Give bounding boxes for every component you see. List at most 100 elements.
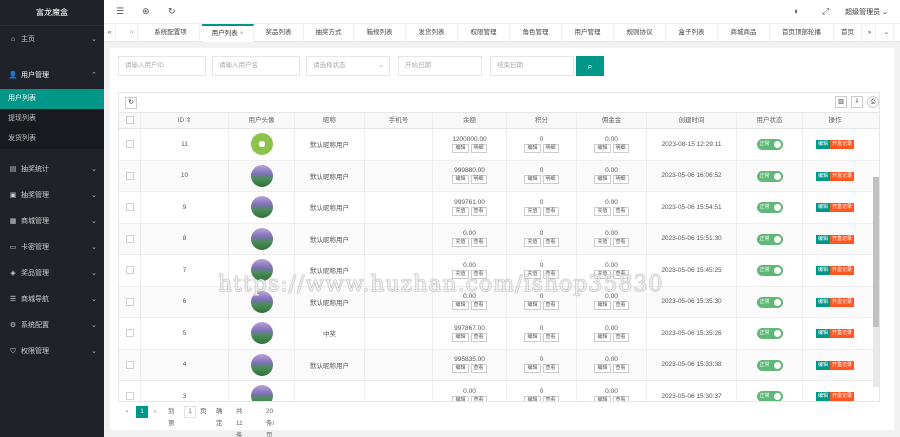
vertical-scrollbar[interactable] xyxy=(873,177,879,387)
theme-icon[interactable]: ◐ xyxy=(794,6,799,16)
box-record-button[interactable]: 开盒记录 xyxy=(830,297,855,307)
row-checkbox[interactable] xyxy=(125,297,134,306)
sidebar-subitem-user-list[interactable]: 用户列表 xyxy=(0,89,104,109)
points-btn-2[interactable]: 查看 xyxy=(542,238,559,248)
menu-toggle-icon[interactable]: ☰ xyxy=(116,6,124,17)
points-btn-1[interactable]: 编辑 xyxy=(524,395,541,401)
start-date-input[interactable]: 开始日期 xyxy=(398,56,482,76)
tab-menu-chevron-icon[interactable]: ⌄ xyxy=(880,24,894,42)
row-checkbox[interactable] xyxy=(125,329,134,337)
status-toggle[interactable]: 正常 xyxy=(756,170,783,182)
sidebar-item-prize-management[interactable]: ◈ 奖品管理 ⌄ xyxy=(0,261,104,287)
commission-btn-2[interactable]: 查看 xyxy=(612,395,629,401)
row-checkbox[interactable] xyxy=(125,140,134,148)
status-toggle[interactable]: 正常 xyxy=(756,233,783,245)
fullscreen-icon[interactable]: ⤢ xyxy=(822,6,829,17)
commission-btn-2[interactable]: 明细 xyxy=(612,143,629,153)
edit-button[interactable]: 编辑 xyxy=(815,360,830,370)
tab-system-config[interactable]: 系统配置项 xyxy=(142,24,200,42)
points-btn-1[interactable]: 编辑 xyxy=(524,364,541,374)
status-toggle[interactable]: 正常 xyxy=(756,265,783,276)
balance-btn-2[interactable]: 查看 xyxy=(470,238,487,248)
points-btn-1[interactable]: 编辑 xyxy=(524,332,541,342)
box-record-button[interactable]: 开盒记录 xyxy=(830,360,855,370)
sidebar-item-shop-nav[interactable]: ☰ 商城导航 ⌄ xyxy=(0,287,104,313)
header-id[interactable]: ID ⇕ xyxy=(141,113,229,128)
select-all-checkbox[interactable] xyxy=(125,116,134,124)
box-record-button[interactable]: 开盒记录 xyxy=(830,266,855,275)
search-button[interactable]: ⌕ xyxy=(576,56,604,76)
balance-btn-2[interactable]: 明细 xyxy=(470,175,487,185)
status-toggle[interactable]: 正常 xyxy=(756,328,783,339)
tab-role[interactable]: 角色管理 xyxy=(510,24,562,42)
user-menu[interactable]: 超级管理员 ⌄ xyxy=(845,7,888,17)
tab-home[interactable]: 首页 xyxy=(834,24,862,42)
edit-button[interactable]: 编辑 xyxy=(815,171,830,181)
balance-btn-2[interactable]: 查看 xyxy=(470,206,487,216)
box-record-button[interactable]: 开盒记录 xyxy=(830,203,855,212)
balance-btn-1[interactable]: 编辑 xyxy=(452,301,469,311)
sidebar-item-permission[interactable]: ⛉ 权限管理 ⌄ xyxy=(0,339,104,365)
balance-btn-1[interactable]: 编辑 xyxy=(452,175,469,185)
balance-btn-1[interactable]: 充值 xyxy=(452,206,469,216)
refresh-icon[interactable]: ↻ xyxy=(125,97,137,109)
username-input[interactable]: 请输入用户名 xyxy=(212,56,300,76)
tab-shipping-list[interactable]: 发货列表 xyxy=(406,24,458,42)
edit-button[interactable]: 编辑 xyxy=(815,392,830,401)
balance-btn-1[interactable]: 编辑 xyxy=(452,332,469,342)
row-checkbox[interactable] xyxy=(125,360,134,369)
commission-btn-2[interactable]: 查看 xyxy=(612,364,629,374)
edit-button[interactable]: 编辑 xyxy=(815,329,830,338)
globe-icon[interactable]: ⊕ xyxy=(142,6,150,17)
home-tab-icon[interactable]: ○ xyxy=(126,24,138,42)
tab-prize-list[interactable]: 奖品列表 xyxy=(254,24,304,42)
next-page-icon[interactable]: › xyxy=(154,406,156,418)
edit-button[interactable]: 编辑 xyxy=(815,266,830,275)
sidebar-item-lottery-stats[interactable]: ▤ 抽奖统计 ⌄ xyxy=(0,157,104,183)
per-page-select[interactable]: 20 条/页 ⌄ xyxy=(266,406,274,437)
edit-button[interactable]: 编辑 xyxy=(815,297,830,307)
sidebar-item-user-management[interactable]: 👤 用户管理 ⌃ xyxy=(0,63,104,89)
edit-button[interactable]: 编辑 xyxy=(815,140,830,149)
edit-button[interactable]: 编辑 xyxy=(815,203,830,212)
sidebar-item-shop-management[interactable]: ▦ 商城管理 ⌄ xyxy=(0,209,104,235)
export-icon[interactable]: ⇩ xyxy=(851,96,863,108)
sidebar-subitem-withdraw-list[interactable]: 提现列表 xyxy=(0,109,104,129)
balance-btn-2[interactable]: 查看 xyxy=(470,301,487,311)
status-select[interactable]: 请选择状态 ⌄ xyxy=(306,56,390,76)
tab-rule-agreement[interactable]: 规则协议 xyxy=(614,24,666,42)
status-toggle[interactable]: 正常 xyxy=(756,139,783,150)
sidebar-item-card-management[interactable]: ▭ 卡密管理 ⌄ xyxy=(0,235,104,261)
status-toggle[interactable]: 正常 xyxy=(756,391,783,401)
tab-box-rule-list[interactable]: 箱规列表 xyxy=(354,24,406,42)
end-date-input[interactable]: 结束日期 xyxy=(490,56,574,76)
commission-btn-1[interactable]: 编辑 xyxy=(594,301,611,311)
commission-btn-1[interactable]: 编辑 xyxy=(594,175,611,185)
refresh-icon[interactable]: ↻ xyxy=(168,6,176,17)
points-btn-1[interactable]: 编辑 xyxy=(524,301,541,311)
sidebar-item-lottery-management[interactable]: ▣ 抽奖管理 ⌄ xyxy=(0,183,104,209)
points-btn-2[interactable]: 查看 xyxy=(542,364,559,374)
tab-permission[interactable]: 权限管理 xyxy=(458,24,510,42)
commission-btn-1[interactable]: 充值 xyxy=(594,238,611,248)
points-btn-2[interactable]: 明细 xyxy=(542,175,559,185)
close-icon[interactable]: × xyxy=(240,30,244,37)
box-record-button[interactable]: 开盒记录 xyxy=(830,329,855,338)
commission-btn-2[interactable]: 查看 xyxy=(612,301,629,311)
commission-btn-1[interactable]: 编辑 xyxy=(594,332,611,342)
box-record-button[interactable]: 开盒记录 xyxy=(830,140,855,149)
box-record-button[interactable]: 开盒记录 xyxy=(830,171,855,181)
row-checkbox[interactable] xyxy=(125,203,134,211)
balance-btn-2[interactable]: 明细 xyxy=(470,143,487,153)
page-1[interactable]: 1 xyxy=(136,406,148,418)
points-btn-1[interactable]: 充值 xyxy=(524,238,541,248)
points-btn-2[interactable]: 明细 xyxy=(542,143,559,153)
commission-btn-2[interactable]: 明细 xyxy=(612,175,629,185)
points-btn-1[interactable]: 编辑 xyxy=(524,175,541,185)
balance-btn-2[interactable]: 查看 xyxy=(470,332,487,342)
balance-btn-2[interactable]: 查看 xyxy=(470,364,487,374)
print-icon[interactable]: ⎙ xyxy=(867,96,879,108)
user-id-input[interactable]: 请输入用户ID xyxy=(118,56,206,76)
points-btn-2[interactable]: 查看 xyxy=(542,301,559,311)
edit-button[interactable]: 编辑 xyxy=(815,234,830,244)
